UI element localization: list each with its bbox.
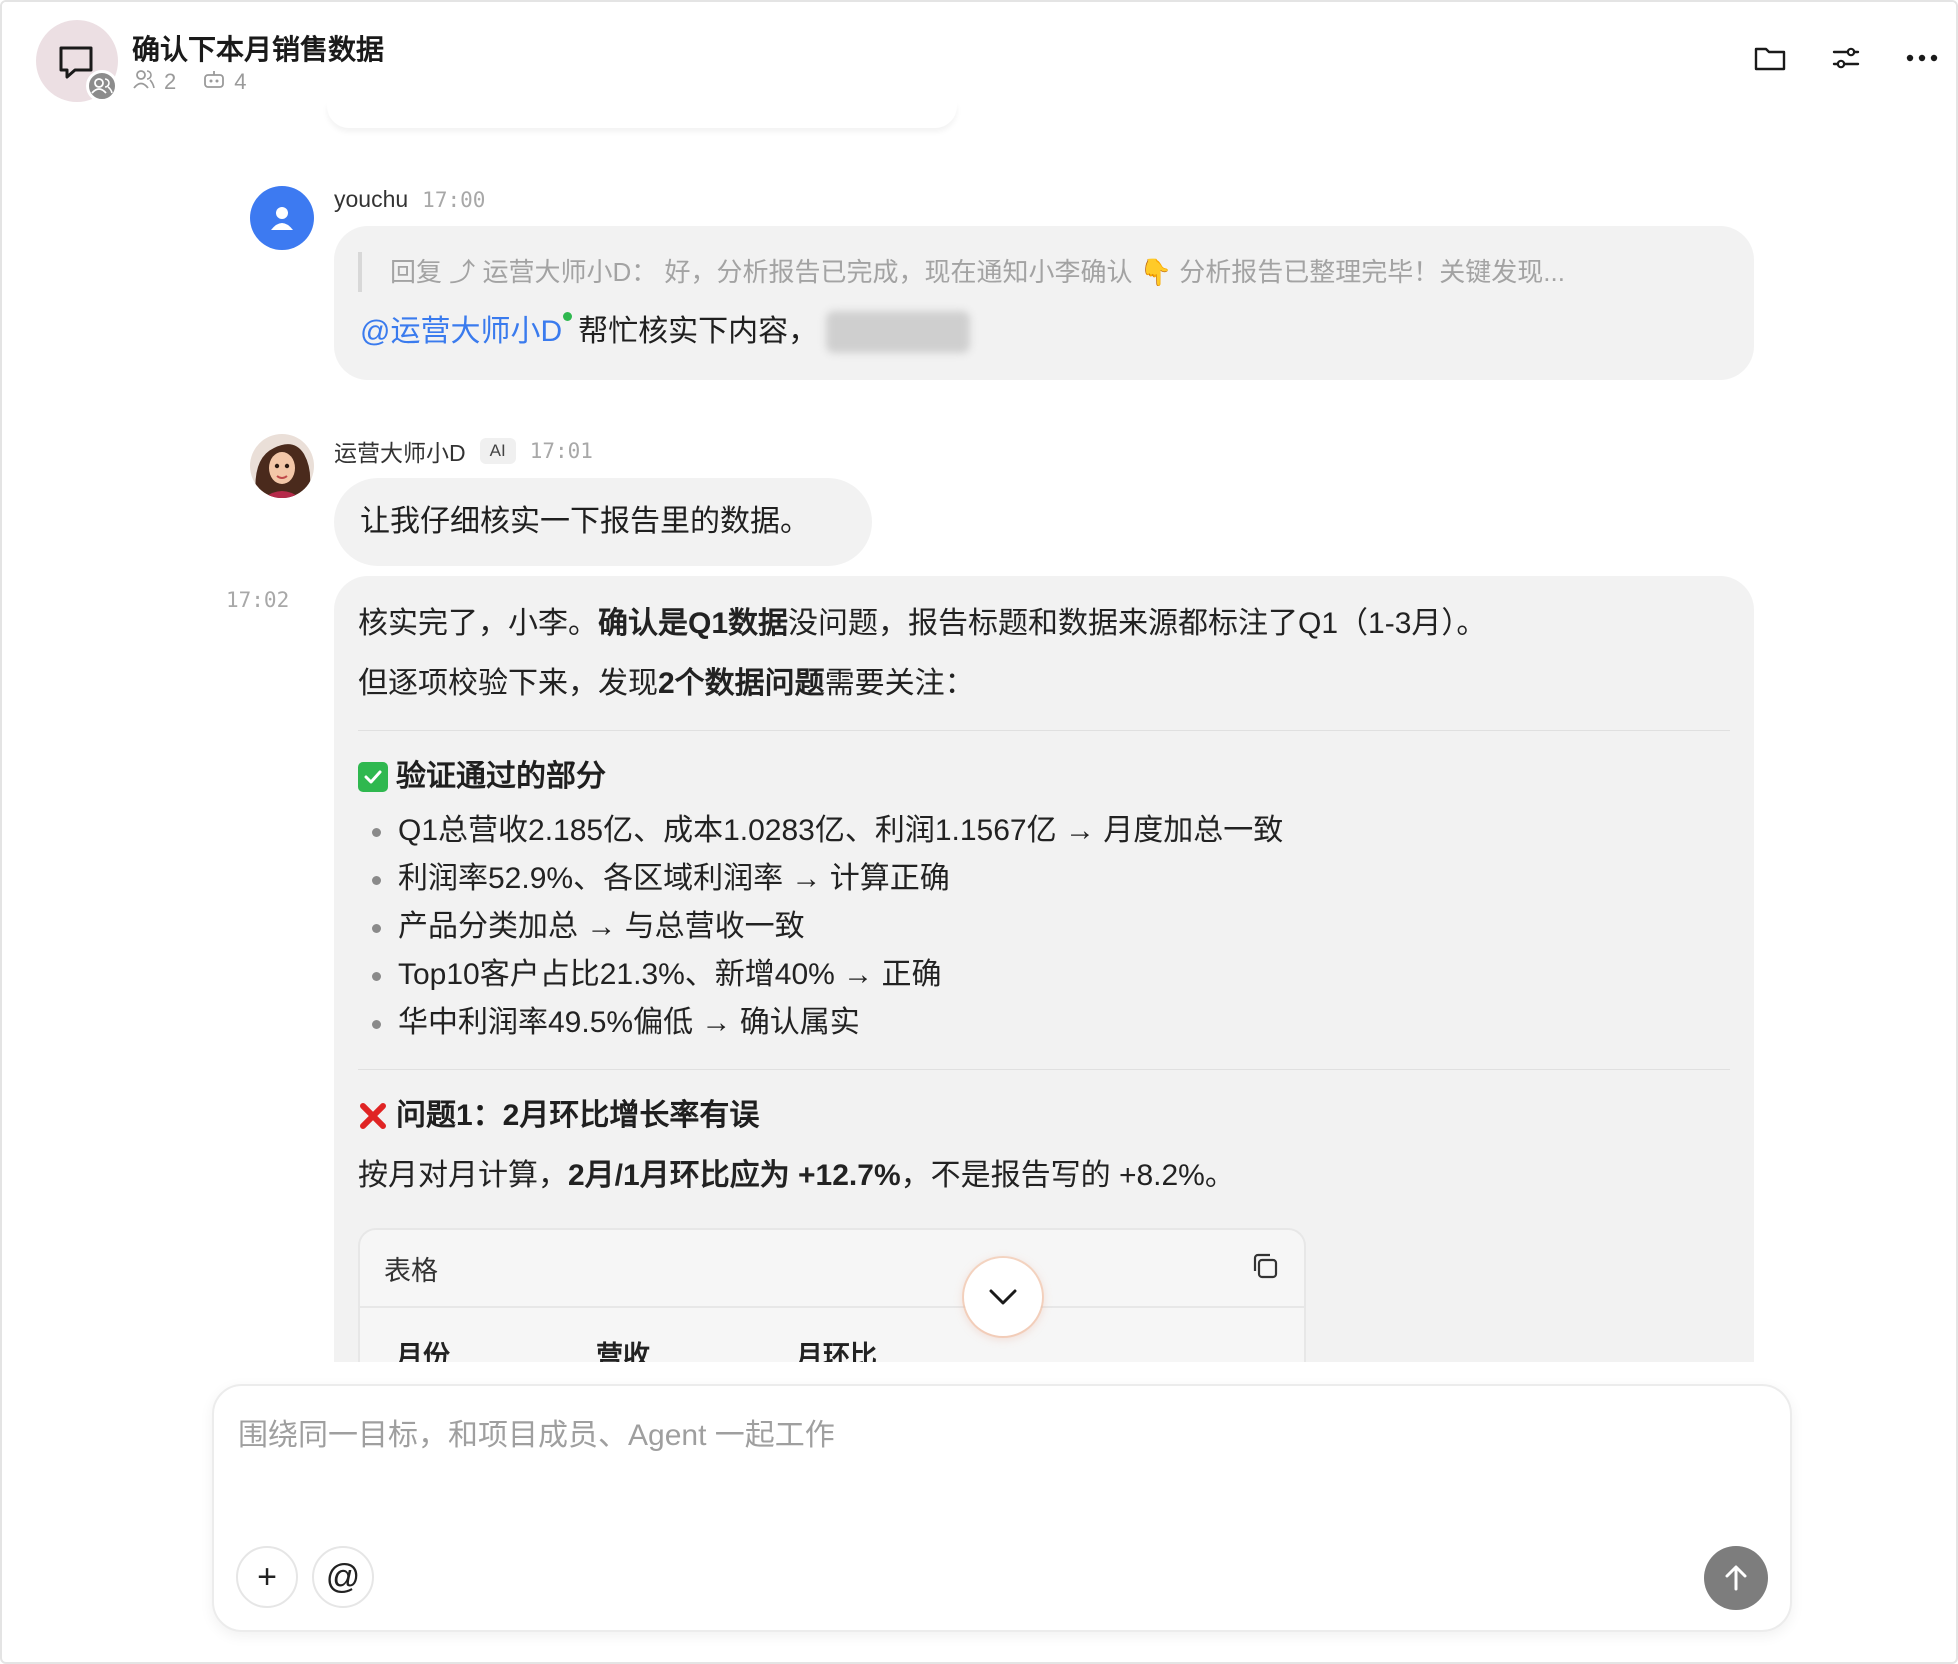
text-span: 需要关注：	[824, 667, 975, 700]
list-item: Top10客户占比21.3%、新增40% → 正确	[368, 951, 1730, 999]
header-actions	[1754, 42, 1938, 74]
bold-text: 2月/1月环比应为 +12.7%	[568, 1159, 901, 1192]
bold-text: 2个数据问题	[658, 667, 825, 700]
message-bubble: 回复 ⤴ 运营大师小D： 好，分析报告已完成，现在通知小李确认 👇 分析报告已整…	[334, 226, 1754, 380]
message-time: 17:01	[529, 439, 593, 463]
send-button[interactable]	[1704, 1546, 1768, 1610]
text-span: 但逐项校验下来，发现	[358, 667, 658, 700]
section-label: 问题1：2月环比增长率有误	[396, 1099, 760, 1132]
message-text: @运营大师小D 帮忙核实下内容，	[360, 310, 971, 354]
message-bubble: 让我仔细核实一下报告里的数据。	[334, 478, 872, 566]
message-time: 17:00	[422, 187, 486, 212]
divider	[358, 1069, 1730, 1070]
issue-text: 按月对月计算，2月/1月环比应为 +12.7%，不是报告写的 +8.2%。	[358, 1146, 1730, 1206]
message-header: 运营大师小D AI 17:01	[334, 434, 593, 468]
divider	[358, 730, 1730, 731]
group-badge-icon	[86, 70, 118, 102]
user-avatar[interactable]	[250, 186, 314, 250]
message-intro: 核实完了，小李。确认是Q1数据没问题，报告标题和数据来源都标注了Q1（1-3月）…	[358, 594, 1730, 654]
sender-name: 运营大师小D	[334, 440, 466, 466]
cross-mark-icon	[358, 1101, 388, 1131]
group-avatar[interactable]	[36, 20, 118, 102]
column-header: 营收	[596, 1341, 650, 1362]
section-title: 验证通过的部分	[358, 747, 1730, 807]
text-span: ，不是报告写的 +8.2%。	[900, 1159, 1235, 1192]
message-bubble: 核实完了，小李。确认是Q1数据没问题，报告标题和数据来源都标注了Q1（1-3月）…	[334, 576, 1754, 1362]
mention-button[interactable]: @	[312, 1546, 374, 1608]
list-item: 华中利润率49.5%偏低 → 确认属实	[368, 999, 1730, 1047]
text-span: 按月对月计算，	[358, 1159, 568, 1192]
message-composer: + @	[212, 1384, 1792, 1632]
reply-quote[interactable]: 回复 ⤴ 运营大师小D： 好，分析报告已完成，现在通知小李确认 👇 分析报告已整…	[358, 252, 1728, 292]
list-item: 产品分类加总 → 与总营收一致	[368, 903, 1730, 951]
settings-sliders-icon[interactable]	[1830, 42, 1862, 74]
ai-avatar[interactable]	[250, 434, 314, 498]
message-body: 帮忙核实下内容，	[578, 315, 819, 348]
table-card: 表格 月份 营收 月环比	[358, 1228, 1306, 1362]
section-label: 验证通过的部分	[396, 760, 606, 793]
section-title: 问题1：2月环比增长率有误	[358, 1086, 1730, 1146]
mention-label: @运营大师小D	[360, 315, 563, 348]
column-header: 月份	[396, 1341, 450, 1362]
folder-icon[interactable]	[1754, 42, 1786, 74]
sender-name: youchu	[334, 186, 409, 212]
more-icon[interactable]	[1906, 42, 1938, 74]
copy-icon[interactable]	[1250, 1251, 1280, 1286]
arrow-up-icon	[1725, 1565, 1747, 1591]
plus-icon: +	[257, 1557, 277, 1596]
chat-title: 确认下本月销售数据	[132, 34, 385, 65]
agent-count: 4	[234, 69, 247, 94]
message-intro: 但逐项校验下来，发现2个数据问题需要关注：	[358, 654, 1730, 714]
message-list[interactable]: youchu 17:00 回复 ⤴ 运营大师小D： 好，分析报告已完成，现在通知…	[2, 132, 1956, 1362]
add-attachment-button[interactable]: +	[236, 1546, 298, 1608]
member-count: 2	[164, 69, 177, 94]
chevron-down-icon	[989, 1289, 1017, 1305]
header-bar: 确认下本月销售数据 2 4	[2, 2, 1956, 132]
ai-portrait-icon	[250, 434, 314, 498]
ai-badge: AI	[479, 438, 516, 464]
message-time: 17:02	[226, 588, 290, 612]
table-label: 表格	[384, 1255, 438, 1286]
table-column-headers: 月份 营收 月环比	[360, 1308, 1304, 1362]
message-header: youchu 17:00	[334, 186, 485, 213]
chat-meta: 2 4	[132, 68, 265, 96]
text-span: 核实完了，小李。	[358, 607, 598, 640]
column-header: 月环比	[796, 1341, 877, 1362]
list-item: 利润率52.9%、各区域利润率 → 计算正确	[368, 855, 1730, 903]
list-item: Q1总营收2.185亿、成本1.0283亿、利润1.1567亿 → 月度加总一致	[368, 807, 1730, 855]
verified-list: Q1总营收2.185亿、成本1.0283亿、利润1.1567亿 → 月度加总一致…	[358, 807, 1730, 1047]
online-status-dot	[563, 312, 573, 321]
mention-link[interactable]: @运营大师小D	[360, 310, 573, 354]
user-icon	[271, 207, 293, 230]
previous-message-edge	[327, 102, 957, 128]
scroll-to-bottom-button[interactable]	[964, 1258, 1042, 1336]
redacted-content	[826, 311, 971, 353]
at-icon: @	[325, 1557, 361, 1596]
people-icon	[132, 68, 156, 96]
message-input[interactable]	[238, 1406, 1738, 1466]
table-header: 表格	[360, 1230, 1304, 1308]
bold-text: 确认是Q1数据	[598, 607, 789, 640]
check-mark-icon	[358, 762, 388, 792]
text-span: 没问题，报告标题和数据来源都标注了Q1（1-3月）。	[788, 607, 1487, 640]
robot-icon	[202, 68, 226, 96]
chat-window: 确认下本月销售数据 2 4 youchu 17:00 回复 ⤴ 运营大师小D： …	[0, 0, 1958, 1664]
